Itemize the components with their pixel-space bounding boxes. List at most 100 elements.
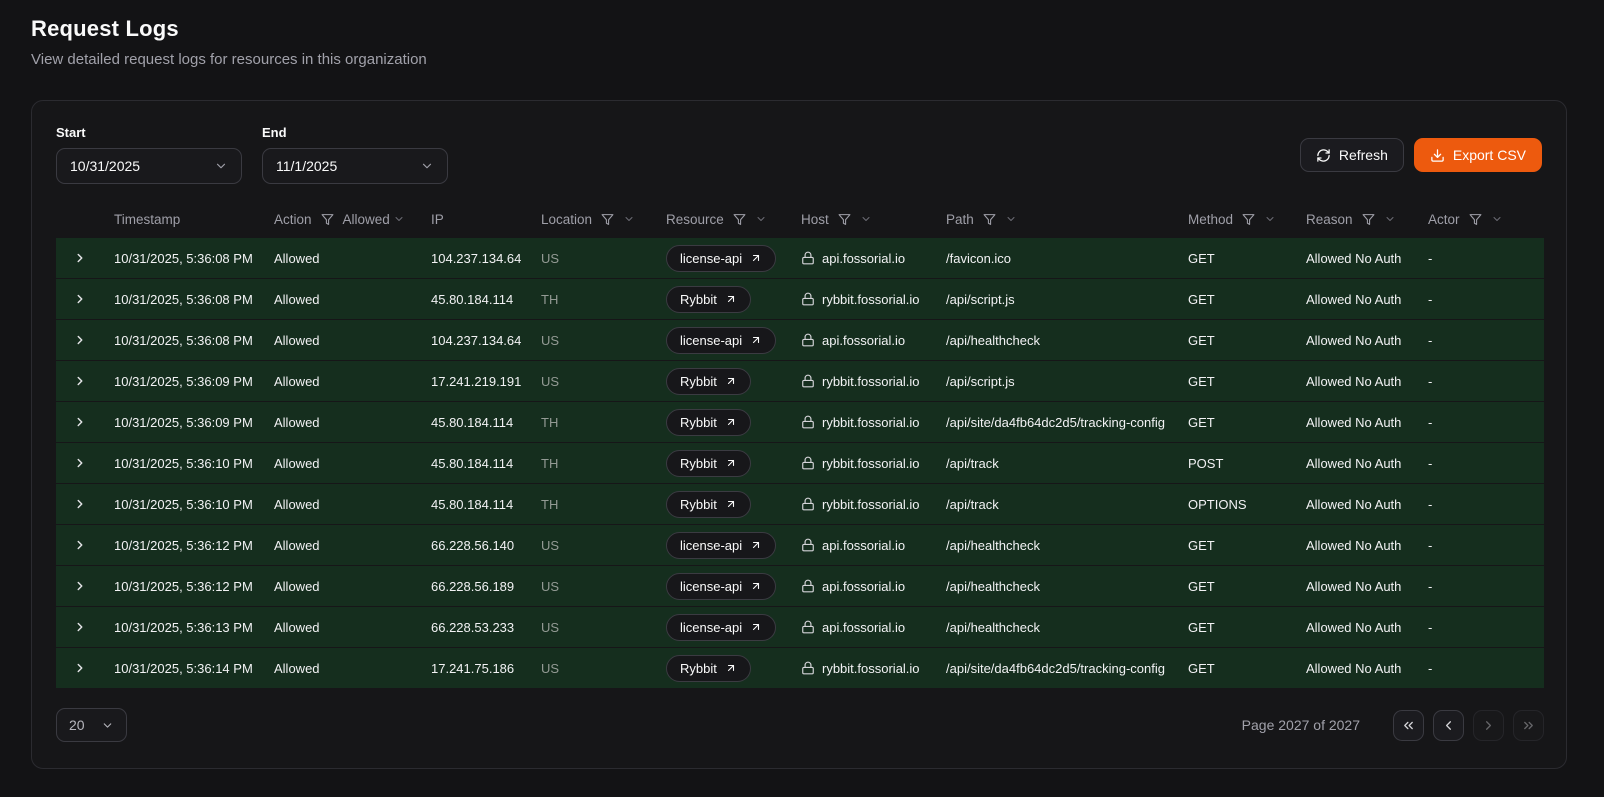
resource-link-badge[interactable]: Rybbit — [666, 409, 751, 436]
expand-row-icon[interactable] — [73, 251, 87, 265]
resource-link-badge[interactable]: license-api — [666, 573, 776, 600]
cell-method: GET — [1178, 415, 1296, 430]
chevron-down-icon[interactable] — [623, 213, 635, 225]
action-filter-value[interactable]: Allowed — [343, 212, 390, 227]
lock-icon — [801, 292, 815, 306]
column-header-host: Host — [791, 212, 936, 227]
cell-path: /api/healthcheck — [936, 620, 1178, 635]
last-page-button[interactable] — [1513, 710, 1544, 741]
start-date-select[interactable]: 10/31/2025 — [56, 148, 242, 184]
refresh-button[interactable]: Refresh — [1300, 138, 1404, 172]
start-date-field: Start 10/31/2025 — [56, 125, 242, 184]
chevron-down-icon — [420, 159, 434, 173]
filter-funnel-icon[interactable] — [1469, 213, 1482, 226]
chevrons-left-icon — [1401, 718, 1416, 733]
lock-icon — [801, 415, 815, 429]
table-row[interactable]: 10/31/2025, 5:36:10 PM Allowed 45.80.184… — [56, 484, 1544, 524]
download-icon — [1430, 148, 1445, 163]
filter-funnel-icon[interactable] — [1362, 213, 1375, 226]
table-row[interactable]: 10/31/2025, 5:36:08 PM Allowed 45.80.184… — [56, 279, 1544, 319]
cell-actor: - — [1418, 456, 1544, 471]
export-csv-button[interactable]: Export CSV — [1414, 138, 1542, 172]
chevron-down-icon[interactable] — [860, 213, 872, 225]
filter-funnel-icon[interactable] — [733, 213, 746, 226]
filter-funnel-icon[interactable] — [983, 213, 996, 226]
cell-expand — [56, 579, 104, 593]
end-date-select[interactable]: 11/1/2025 — [262, 148, 448, 184]
chevron-down-icon[interactable] — [1005, 213, 1017, 225]
column-header-timestamp: Timestamp — [104, 212, 264, 227]
table-row[interactable]: 10/31/2025, 5:36:14 PM Allowed 17.241.75… — [56, 648, 1544, 688]
expand-row-icon[interactable] — [73, 620, 87, 634]
cell-path: /api/healthcheck — [936, 333, 1178, 348]
resource-link-badge[interactable]: Rybbit — [666, 368, 751, 395]
cell-ip: 17.241.219.191 — [421, 374, 531, 389]
cell-ip: 45.80.184.114 — [421, 497, 531, 512]
cell-actor: - — [1418, 579, 1544, 594]
filter-funnel-icon[interactable] — [321, 213, 334, 226]
expand-row-icon[interactable] — [73, 579, 87, 593]
cell-expand — [56, 251, 104, 265]
column-header-ip: IP — [421, 212, 531, 227]
chevron-down-icon — [101, 719, 114, 732]
expand-row-icon[interactable] — [73, 538, 87, 552]
table-row[interactable]: 10/31/2025, 5:36:09 PM Allowed 45.80.184… — [56, 402, 1544, 442]
resource-link-badge[interactable]: license-api — [666, 327, 776, 354]
resource-link-badge[interactable]: license-api — [666, 245, 776, 272]
resource-link-badge[interactable]: license-api — [666, 614, 776, 641]
cell-ip: 66.228.56.189 — [421, 579, 531, 594]
expand-row-icon[interactable] — [73, 374, 87, 388]
previous-page-button[interactable] — [1433, 710, 1464, 741]
resource-link-badge[interactable]: Rybbit — [666, 655, 751, 682]
table-row[interactable]: 10/31/2025, 5:36:10 PM Allowed 45.80.184… — [56, 443, 1544, 483]
cell-reason: Allowed No Auth — [1296, 538, 1418, 553]
expand-row-icon[interactable] — [73, 661, 87, 675]
cell-reason: Allowed No Auth — [1296, 374, 1418, 389]
cell-host: api.fossorial.io — [791, 251, 936, 266]
cell-location: US — [531, 620, 656, 635]
cell-reason: Allowed No Auth — [1296, 251, 1418, 266]
first-page-button[interactable] — [1393, 710, 1424, 741]
table-row[interactable]: 10/31/2025, 5:36:12 PM Allowed 66.228.56… — [56, 525, 1544, 565]
arrow-up-right-icon — [750, 252, 762, 264]
cell-location: US — [531, 538, 656, 553]
expand-row-icon[interactable] — [73, 497, 87, 511]
filter-funnel-icon[interactable] — [601, 213, 614, 226]
cell-timestamp: 10/31/2025, 5:36:13 PM — [104, 620, 264, 635]
resource-link-badge[interactable]: Rybbit — [666, 450, 751, 477]
expand-row-icon[interactable] — [73, 292, 87, 306]
resource-link-badge[interactable]: license-api — [666, 532, 776, 559]
next-page-button[interactable] — [1473, 710, 1504, 741]
table-row[interactable]: 10/31/2025, 5:36:08 PM Allowed 104.237.1… — [56, 238, 1544, 278]
cell-resource: license-api — [656, 532, 791, 559]
cell-location: US — [531, 251, 656, 266]
lock-icon — [801, 456, 815, 470]
table-row[interactable]: 10/31/2025, 5:36:13 PM Allowed 66.228.53… — [56, 607, 1544, 647]
chevron-down-icon[interactable] — [1264, 213, 1276, 225]
cell-path: /api/site/da4fb64dc2d5/tracking-config — [936, 415, 1178, 430]
table-row[interactable]: 10/31/2025, 5:36:12 PM Allowed 66.228.56… — [56, 566, 1544, 606]
cell-expand — [56, 456, 104, 470]
expand-row-icon[interactable] — [73, 333, 87, 347]
resource-link-badge[interactable]: Rybbit — [666, 286, 751, 313]
chevron-down-icon[interactable] — [755, 213, 767, 225]
expand-row-icon[interactable] — [73, 415, 87, 429]
cell-expand — [56, 538, 104, 552]
page-size-select[interactable]: 20 — [56, 708, 127, 742]
resource-link-badge[interactable]: Rybbit — [666, 491, 751, 518]
chevron-down-icon[interactable] — [1491, 213, 1503, 225]
filter-funnel-icon[interactable] — [1242, 213, 1255, 226]
arrow-up-right-icon — [725, 457, 737, 469]
toolbar-actions: Refresh Export CSV — [1300, 138, 1542, 172]
expand-row-icon[interactable] — [73, 456, 87, 470]
cell-path: /api/script.js — [936, 292, 1178, 307]
table-row[interactable]: 10/31/2025, 5:36:08 PM Allowed 104.237.1… — [56, 320, 1544, 360]
chevron-down-icon[interactable] — [1384, 213, 1396, 225]
lock-icon — [801, 251, 815, 265]
filter-funnel-icon[interactable] — [838, 213, 851, 226]
cell-host: rybbit.fossorial.io — [791, 374, 936, 389]
chevron-down-icon[interactable] — [393, 213, 405, 225]
cell-host: rybbit.fossorial.io — [791, 661, 936, 676]
table-row[interactable]: 10/31/2025, 5:36:09 PM Allowed 17.241.21… — [56, 361, 1544, 401]
cell-method: GET — [1178, 374, 1296, 389]
